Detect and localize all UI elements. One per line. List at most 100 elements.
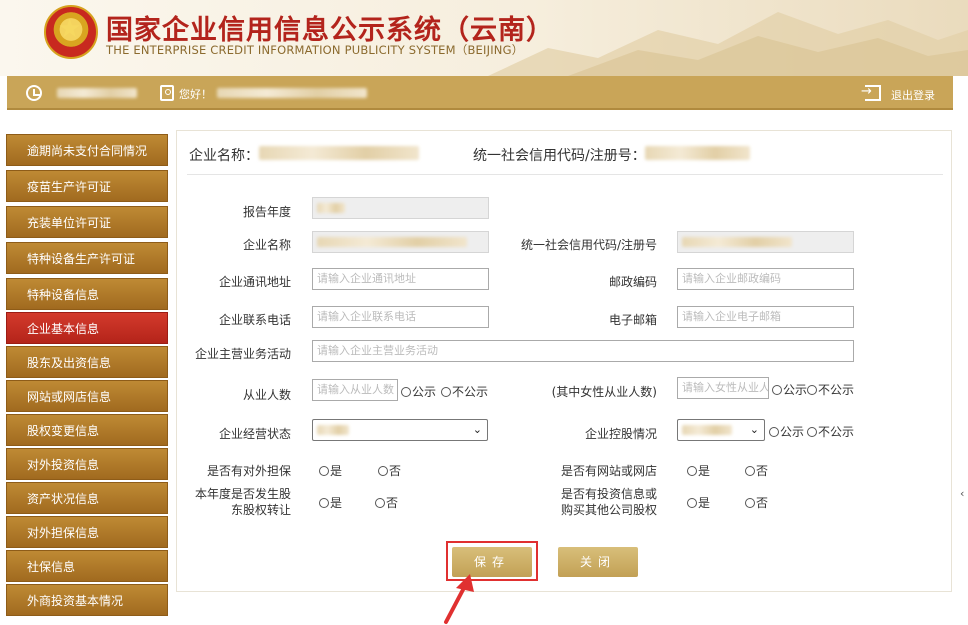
current-time-redacted bbox=[57, 88, 137, 98]
clock-icon bbox=[26, 85, 42, 101]
operating-status-select[interactable]: ⌄ bbox=[312, 419, 488, 441]
pointer-arrow-icon bbox=[444, 574, 474, 624]
chevron-down-icon: ⌄ bbox=[749, 423, 759, 436]
radio-label: 否 bbox=[389, 464, 402, 478]
sidebar-item-vaccine-license[interactable]: 疫苗生产许可证 bbox=[6, 170, 168, 202]
logout-icon bbox=[861, 84, 881, 101]
postcode-label: 邮政编码 bbox=[608, 275, 657, 289]
sidebar-item-basic-info[interactable]: 企业基本信息 bbox=[6, 312, 168, 344]
radio-icon bbox=[401, 387, 411, 397]
credit-code-redacted bbox=[645, 146, 750, 160]
sidebar-item-investments[interactable]: 对外投资信息 bbox=[6, 448, 168, 480]
female-not-public-radio[interactable]: 不公示 bbox=[807, 381, 854, 398]
guarantee-no-radio[interactable]: 否 bbox=[378, 462, 401, 479]
address-input[interactable]: 请输入企业通讯地址 bbox=[312, 268, 489, 290]
report-year-label: 报告年度 bbox=[242, 205, 291, 219]
equity-transfer-label-line2: 东股权转让 bbox=[230, 503, 291, 517]
sidebar-item-special-equipment-info[interactable]: 特种设备信息 bbox=[6, 278, 168, 310]
radio-label: 否 bbox=[386, 496, 399, 510]
email-input[interactable]: 请输入企业电子邮箱 bbox=[677, 306, 854, 328]
radio-label: 是 bbox=[330, 496, 343, 510]
employees-public-radio[interactable]: 公示 bbox=[401, 383, 436, 400]
radio-label: 是 bbox=[698, 464, 711, 478]
female-employees-label: (其中女性从业人数) bbox=[551, 385, 657, 399]
sidebar-item-assets[interactable]: 资产状况信息 bbox=[6, 482, 168, 514]
website-label: 是否有网站或网店 bbox=[560, 464, 657, 478]
sidebar: 逾期尚未支付合同情况 疫苗生产许可证 充装单位许可证 特种设备生产许可证 特种设… bbox=[6, 130, 168, 625]
radio-icon bbox=[687, 466, 697, 476]
guarantee-label: 是否有对外担保 bbox=[206, 464, 291, 478]
business-label: 企业主营业务活动 bbox=[194, 347, 291, 361]
company-name-redacted bbox=[259, 146, 419, 160]
holding-public-radio[interactable]: 公示 bbox=[769, 423, 804, 440]
company-name-field bbox=[312, 231, 489, 253]
user-bar: 您好！ 退出登录 bbox=[7, 76, 953, 110]
guarantee-yes-radio[interactable]: 是 bbox=[319, 462, 342, 479]
close-button[interactable]: 关闭 bbox=[558, 547, 638, 577]
investment-no-radio[interactable]: 否 bbox=[745, 494, 768, 511]
investment-label-line1: 是否有投资信息或 bbox=[560, 487, 657, 501]
radio-icon bbox=[378, 466, 388, 476]
logout-button[interactable]: 退出登录 bbox=[861, 84, 945, 104]
radio-label: 不公示 bbox=[818, 383, 855, 397]
main-panel: 企业名称： 统一社会信用代码/注册号： 报告年度 企业名称 统一社会信用代码/注… bbox=[176, 130, 952, 592]
greeting-text: 您好！ bbox=[179, 88, 212, 101]
holding-status-select[interactable]: ⌄ bbox=[677, 419, 765, 441]
national-emblem-icon: ★ bbox=[44, 5, 98, 59]
form-credit-code-label: 统一社会信用代码/注册号 bbox=[520, 238, 657, 252]
employees-input[interactable]: 请输入从业人数 bbox=[312, 379, 398, 401]
sidebar-item-guarantees[interactable]: 对外担保信息 bbox=[6, 516, 168, 548]
holding-status-label: 企业控股情况 bbox=[584, 427, 657, 441]
radio-label: 不公示 bbox=[452, 385, 489, 399]
website-no-radio[interactable]: 否 bbox=[745, 462, 768, 479]
radio-icon bbox=[745, 498, 755, 508]
employees-label: 从业人数 bbox=[242, 388, 291, 402]
email-label: 电子邮箱 bbox=[608, 313, 657, 327]
sidebar-item-shareholders[interactable]: 股东及出资信息 bbox=[6, 346, 168, 378]
radio-label: 是 bbox=[330, 464, 343, 478]
sidebar-item-overdue-contracts[interactable]: 逾期尚未支付合同情况 bbox=[6, 134, 168, 166]
postcode-input[interactable]: 请输入企业邮政编码 bbox=[677, 268, 854, 290]
female-employees-input[interactable]: 请输入女性从业人数 bbox=[677, 377, 769, 399]
sidebar-item-social-insurance[interactable]: 社保信息 bbox=[6, 550, 168, 582]
female-public-radio[interactable]: 公示 bbox=[772, 381, 807, 398]
investment-label-line2: 购买其他公司股权 bbox=[560, 503, 657, 517]
business-input[interactable]: 请输入企业主营业务活动 bbox=[312, 340, 854, 362]
equity-transfer-label-line1: 本年度是否发生股 bbox=[194, 487, 291, 501]
radio-icon bbox=[319, 498, 329, 508]
radio-icon bbox=[807, 385, 817, 395]
logout-label: 退出登录 bbox=[891, 89, 935, 102]
company-name-heading: 企业名称： bbox=[189, 148, 259, 164]
sidebar-item-website[interactable]: 网站或网店信息 bbox=[6, 380, 168, 412]
phone-label: 企业联系电话 bbox=[218, 313, 291, 327]
radio-label: 公示 bbox=[412, 385, 437, 399]
operating-status-label: 企业经营状态 bbox=[218, 427, 291, 441]
credit-code-heading: 统一社会信用代码/注册号： bbox=[473, 148, 646, 164]
holding-not-public-radio[interactable]: 不公示 bbox=[807, 423, 854, 440]
website-yes-radio[interactable]: 是 bbox=[687, 462, 710, 479]
user-icon bbox=[160, 85, 174, 101]
address-label: 企业通讯地址 bbox=[218, 275, 291, 289]
site-header: ★ 国家企业信用信息公示系统（云南） THE ENTERPRISE CREDIT… bbox=[0, 0, 968, 76]
mountain-illustration bbox=[488, 12, 968, 76]
radio-icon bbox=[769, 427, 779, 437]
radio-label: 是 bbox=[698, 496, 711, 510]
left-arrow-icon: ‹ bbox=[960, 487, 965, 500]
radio-icon bbox=[745, 466, 755, 476]
employees-not-public-radio[interactable]: 不公示 bbox=[441, 383, 488, 400]
radio-icon bbox=[687, 498, 697, 508]
sidebar-item-filling-license[interactable]: 充装单位许可证 bbox=[6, 206, 168, 238]
username-redacted bbox=[217, 88, 367, 98]
report-year-field bbox=[312, 197, 489, 219]
radio-label: 否 bbox=[756, 464, 769, 478]
radio-icon bbox=[319, 466, 329, 476]
investment-yes-radio[interactable]: 是 bbox=[687, 494, 710, 511]
sidebar-item-foreign-investment[interactable]: 外商投资基本情况 bbox=[6, 584, 168, 616]
equity-transfer-yes-radio[interactable]: 是 bbox=[319, 494, 342, 511]
sidebar-item-equity-changes[interactable]: 股权变更信息 bbox=[6, 414, 168, 446]
radio-label: 不公示 bbox=[818, 425, 855, 439]
phone-input[interactable]: 请输入企业联系电话 bbox=[312, 306, 489, 328]
sidebar-item-special-equipment-license[interactable]: 特种设备生产许可证 bbox=[6, 242, 168, 274]
divider bbox=[187, 174, 943, 175]
equity-transfer-no-radio[interactable]: 否 bbox=[375, 494, 398, 511]
